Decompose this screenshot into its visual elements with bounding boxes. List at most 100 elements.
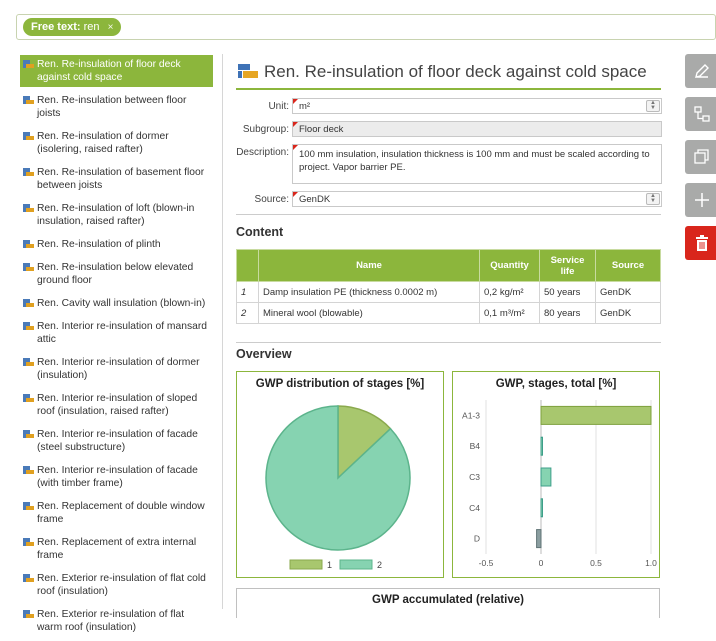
- category-label: A1-3: [462, 410, 480, 420]
- edit-button[interactable]: [685, 54, 716, 88]
- overview-heading: Overview: [236, 347, 292, 361]
- row-index: 1: [236, 281, 259, 303]
- construction-icon: [23, 466, 34, 475]
- legend-label: 2: [377, 560, 382, 570]
- sidebar-item[interactable]: Ren. Re-insulation below elevated ground…: [20, 258, 213, 290]
- close-icon[interactable]: ×: [108, 22, 114, 33]
- construction-icon: [23, 574, 34, 583]
- sidebar-item[interactable]: Ren. Interior re-insulation of dormer (i…: [20, 353, 213, 385]
- construction-icon: [23, 322, 34, 331]
- subgroup-field: Floor deck: [292, 121, 662, 137]
- sidebar-item[interactable]: Ren. Cavity wall insulation (blown-in): [20, 294, 213, 313]
- construction-icon: [23, 394, 34, 403]
- sidebar-item[interactable]: Ren. Interior re-insulation of sloped ro…: [20, 389, 213, 421]
- tick-label: -0.5: [479, 558, 494, 568]
- construction-icon: [23, 263, 34, 272]
- construction-icon: [23, 204, 34, 213]
- category-label: C4: [469, 503, 480, 513]
- sidebar-item-label: Ren. Cavity wall insulation (blown-in): [37, 298, 206, 309]
- row-source: GenDK: [595, 281, 661, 303]
- sidebar-item[interactable]: Ren. Interior re-insulation of mansard a…: [20, 317, 213, 349]
- row-quantity: 0,1 m³/m²: [479, 302, 540, 324]
- column-header: [236, 249, 259, 282]
- sidebar-item[interactable]: Ren. Replacement of extra internal frame: [20, 533, 213, 565]
- chart-title: GWP distribution of stages [%]: [255, 378, 425, 390]
- sidebar-item[interactable]: Ren. Exterior re-insulation of flat warm…: [20, 605, 213, 637]
- construction-icon: [23, 132, 34, 141]
- sidebar-item[interactable]: Ren. Exterior re-insulation of flat cold…: [20, 569, 213, 601]
- description-label: Description:: [236, 147, 289, 158]
- subgroup-label: Subgroup:: [242, 124, 289, 135]
- unit-label: Unit:: [268, 101, 289, 112]
- filter-chip[interactable]: Free text: ren ×: [23, 18, 122, 36]
- sidebar-item-label: Ren. Replacement of extra internal frame: [37, 537, 197, 561]
- source-select[interactable]: GenDK ▲ ▼: [292, 191, 662, 207]
- sidebar-item-label: Ren. Interior re-insulation of facade (w…: [37, 465, 198, 489]
- section-divider: [236, 342, 661, 343]
- sidebar-item-label: Ren. Re-insulation of basement floor bet…: [37, 167, 205, 191]
- construction-icon: [23, 96, 34, 105]
- table-row[interactable]: 1 Damp insulation PE (thickness 0.0002 m…: [236, 281, 661, 303]
- sidebar-item-label: Ren. Interior re-insulation of mansard a…: [37, 321, 207, 345]
- copy-button[interactable]: [685, 140, 716, 174]
- pie-chart-panel: GWP distribution of stages [%] 12: [236, 371, 444, 578]
- filter-chip-label: Free text:: [31, 21, 81, 33]
- sidebar-item-label: Ren. Exterior re-insulation of flat cold…: [37, 573, 206, 597]
- page-title: Ren. Re-insulation of floor deck against…: [264, 62, 647, 81]
- select-arrows-icon[interactable]: ▲ ▼: [646, 100, 660, 112]
- sidebar-item[interactable]: Ren. Re-insulation of floor deck against…: [20, 55, 213, 87]
- row-name: Damp insulation PE (thickness 0.0002 m): [258, 281, 480, 303]
- detail-form: Unit: m² ▲ ▼ Subgroup: Floor deck Descrip…: [236, 98, 662, 207]
- sidebar-item-label: Ren. Re-insulation of dormer (isolering,…: [37, 131, 169, 155]
- sidebar-item[interactable]: Ren. Re-insulation between floor joists: [20, 91, 213, 123]
- tick-label: 0: [539, 558, 544, 568]
- sidebar-item[interactable]: Ren. Re-insulation of basement floor bet…: [20, 163, 213, 195]
- bar: [540, 405, 652, 425]
- structure-button[interactable]: [685, 97, 716, 131]
- tick-label: 1.0: [645, 558, 657, 568]
- sidebar-item[interactable]: Ren. Re-insulation of plinth: [20, 235, 213, 254]
- sidebar-item-label: Ren. Replacement of double window frame: [37, 501, 205, 525]
- unit-select[interactable]: m² ▲ ▼: [292, 98, 662, 114]
- unit-value: m²: [299, 101, 311, 112]
- description-textarea[interactable]: 100 mm insulation, insulation thickness …: [292, 144, 662, 184]
- add-button[interactable]: [685, 183, 716, 217]
- sidebar-item[interactable]: Ren. Interior re-insulation of facade (w…: [20, 461, 213, 493]
- row-source: GenDK: [595, 302, 661, 324]
- table-row[interactable]: 2 Mineral wool (blowable) 0,1 m³/m² 80 y…: [236, 302, 661, 324]
- sidebar-item-label: Ren. Re-insulation below elevated ground…: [37, 262, 194, 286]
- legend-swatch: [289, 559, 323, 570]
- source-value: GenDK: [299, 194, 331, 205]
- pie-chart: 12: [265, 405, 411, 570]
- detail-panel: Ren. Re-insulation of floor deck against…: [236, 58, 662, 361]
- sidebar-item-label: Ren. Re-insulation of plinth: [37, 239, 161, 250]
- sidebar-item[interactable]: Ren. Re-insulation of loft (blown-in ins…: [20, 199, 213, 231]
- category-label: B4: [470, 441, 481, 451]
- sidebar-item-label: Ren. Re-insulation between floor joists: [37, 95, 187, 119]
- subgroup-value: Floor deck: [299, 124, 344, 135]
- sidebar-item[interactable]: Ren. Interior re-insulation of facade (s…: [20, 425, 213, 457]
- source-label: Source:: [254, 194, 289, 205]
- sidebar-item-label: Ren. Re-insulation of floor deck against…: [37, 59, 181, 83]
- row-service-life: 50 years: [539, 281, 596, 303]
- sidebar-item-label: Ren. Interior re-insulation of dormer (i…: [37, 357, 200, 381]
- filter-bar[interactable]: Free text: ren ×: [16, 14, 716, 40]
- sidebar-item-label: Ren. Interior re-insulation of sloped ro…: [37, 393, 198, 417]
- construction-icon: [23, 168, 34, 177]
- construction-icon: [238, 64, 258, 80]
- trash-icon: [696, 235, 708, 251]
- sidebar-item[interactable]: Ren. Re-insulation of dormer (isolering,…: [20, 127, 213, 159]
- bar: [540, 436, 543, 456]
- construction-icon: [23, 502, 34, 511]
- row-quantity: 0,2 kg/m²: [479, 281, 540, 303]
- sidebar-item-label: Ren. Re-insulation of loft (blown-in ins…: [37, 203, 195, 227]
- select-arrows-icon[interactable]: ▲ ▼: [646, 193, 660, 205]
- delete-button[interactable]: [685, 226, 716, 260]
- construction-icon: [23, 538, 34, 547]
- sidebar-item[interactable]: Ren. Replacement of double window frame: [20, 497, 213, 529]
- construction-icon: [23, 430, 34, 439]
- row-service-life: 80 years: [539, 302, 596, 324]
- content-heading: Content: [236, 225, 284, 239]
- sidebar: Ren. Re-insulation of floor deck against…: [20, 55, 213, 641]
- row-index: 2: [236, 302, 259, 324]
